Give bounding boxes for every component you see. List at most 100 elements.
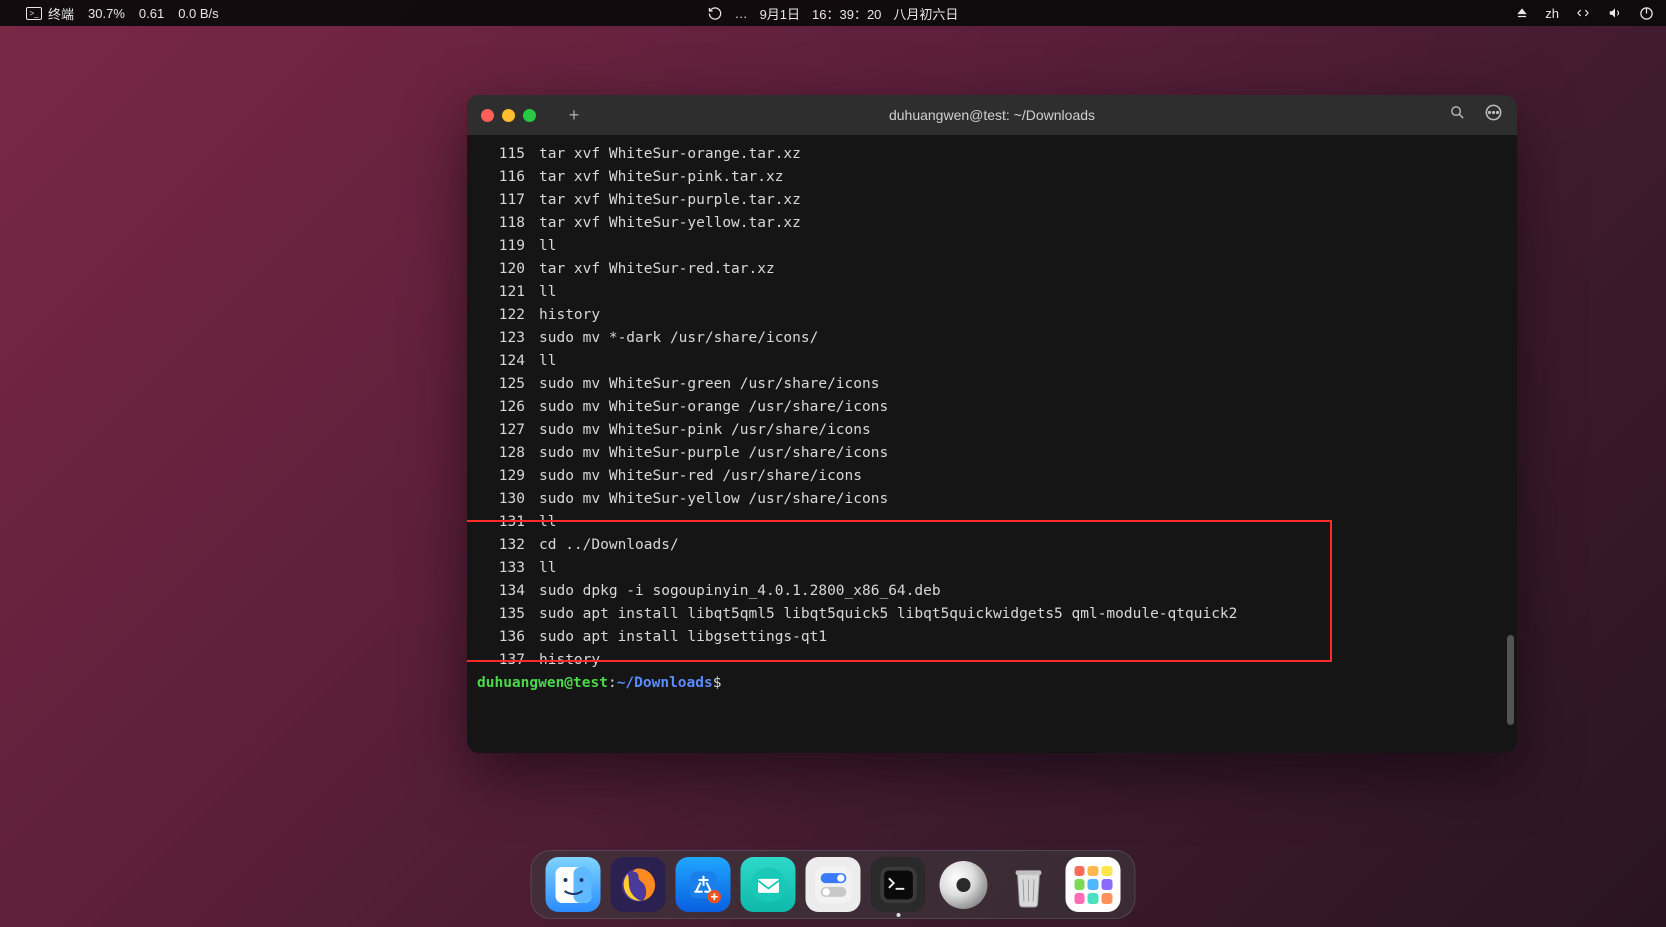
history-number: 128	[477, 442, 525, 465]
history-command: sudo mv WhiteSur-green /usr/share/icons	[539, 376, 879, 392]
history-command: sudo mv WhiteSur-red /usr/share/icons	[539, 468, 862, 484]
history-number: 125	[477, 373, 525, 396]
menubar: >_ 终端 30.7% 0.61 0.0 B/s … 9月1日 16：39：20…	[0, 0, 1666, 26]
history-number: 119	[477, 235, 525, 258]
history-command: tar xvf WhiteSur-purple.tar.xz	[539, 192, 801, 208]
terminal-icon	[875, 862, 921, 908]
terminal-title: duhuangwen@test: ~/Downloads	[889, 107, 1095, 123]
maximize-button[interactable]	[523, 109, 536, 122]
app-grid-icon	[1074, 866, 1112, 904]
dock-firefox[interactable]	[611, 857, 666, 912]
titlebar-right	[1449, 103, 1503, 127]
history-number: 133	[477, 557, 525, 580]
history-line: 128 sudo mv WhiteSur-purple /usr/share/ic…	[477, 442, 1501, 465]
trash-icon	[1006, 861, 1050, 909]
history-number: 136	[477, 626, 525, 649]
history-number: 115	[477, 143, 525, 166]
history-command: sudo mv WhiteSur-pink /usr/share/icons	[539, 422, 871, 438]
history-line: 115 tar xvf WhiteSur-orange.tar.xz	[477, 143, 1501, 166]
dock-settings[interactable]	[806, 857, 861, 912]
history-line: 135sudo apt install libqt5qml5 libqt5qui…	[477, 603, 1501, 626]
history-command: sudo apt install libqt5qml5 libqt5quick5…	[539, 606, 1237, 622]
dock-disc[interactable]	[936, 857, 991, 912]
prompt-colon: :	[608, 675, 617, 691]
scrollbar-thumb[interactable]	[1507, 635, 1514, 725]
history-number: 127	[477, 419, 525, 442]
history-number: 118	[477, 212, 525, 235]
history-line: 123sudo mv *-dark /usr/share/icons/	[477, 327, 1501, 350]
history-command: sudo apt install libgsettings-qt1	[539, 629, 827, 645]
history-line: 122history	[477, 304, 1501, 327]
traffic-lights	[481, 109, 536, 122]
accessibility-icon[interactable]	[1575, 6, 1591, 20]
history-command: ll	[539, 353, 556, 369]
terminal-window: + duhuangwen@test: ~/Downloads 115 tar xv…	[467, 95, 1517, 753]
menubar-time[interactable]: 16：39：20	[812, 4, 881, 23]
terminal-menubar-icon: >_	[26, 7, 42, 20]
dock-terminal[interactable]	[871, 857, 926, 912]
terminal-body[interactable]: 115 tar xvf WhiteSur-orange.tar.xz 116 tar …	[467, 135, 1517, 753]
history-number: 130	[477, 488, 525, 511]
settings-toggle-icon	[811, 863, 855, 907]
terminal-titlebar[interactable]: + duhuangwen@test: ~/Downloads	[467, 95, 1517, 135]
history-number: 117	[477, 189, 525, 212]
history-line: 131ll	[477, 511, 1501, 534]
close-button[interactable]	[481, 109, 494, 122]
menubar-stat-net: 0.0 B/s	[178, 6, 218, 21]
history-number: 126	[477, 396, 525, 419]
history-line: 134sudo dpkg -i sogoupinyin_4.0.1.2800_x…	[477, 580, 1501, 603]
prompt-dollar: $	[713, 675, 722, 691]
dock-app-grid[interactable]	[1066, 857, 1121, 912]
history-line: 119ll	[477, 235, 1501, 258]
prompt-path: ~/Downloads	[617, 675, 713, 691]
menubar-center: … 9月1日 16：39：20 八月初六日	[708, 4, 959, 23]
search-icon[interactable]	[1449, 104, 1466, 126]
dock-trash[interactable]	[1001, 857, 1056, 912]
history-command: ll	[539, 284, 556, 300]
history-command: tar xvf WhiteSur-orange.tar.xz	[539, 146, 801, 162]
history-line: 117 tar xvf WhiteSur-purple.tar.xz	[477, 189, 1501, 212]
history-line: 126 sudo mv WhiteSur-orange /usr/share/ic…	[477, 396, 1501, 419]
new-tab-button[interactable]: +	[564, 105, 584, 125]
volume-icon[interactable]	[1607, 6, 1623, 20]
history-line: 116 tar xvf WhiteSur-pink.tar.xz	[477, 166, 1501, 189]
firefox-icon	[616, 863, 660, 907]
history-line: 130 sudo mv WhiteSur-yellow /usr/share/ic…	[477, 488, 1501, 511]
menubar-stat-load: 0.61	[139, 6, 164, 21]
refresh-icon[interactable]	[708, 6, 723, 21]
minimize-button[interactable]	[502, 109, 515, 122]
history-line: 127 sudo mv WhiteSur-pink /usr/share/icon…	[477, 419, 1501, 442]
history-line: 124ll	[477, 350, 1501, 373]
history-command: ll	[539, 514, 556, 530]
history-command: sudo mv WhiteSur-yellow /usr/share/icons	[539, 491, 888, 507]
history-command: history	[539, 652, 600, 668]
history-command: tar xvf WhiteSur-pink.tar.xz	[539, 169, 783, 185]
history-command: sudo mv WhiteSur-purple /usr/share/icons	[539, 445, 888, 461]
menu-icon[interactable]	[1484, 103, 1503, 127]
menubar-date[interactable]: 9月1日	[760, 4, 800, 23]
history-line: 125 sudo mv WhiteSur-green /usr/share/ico…	[477, 373, 1501, 396]
history-number: 129	[477, 465, 525, 488]
power-icon[interactable]	[1639, 6, 1654, 21]
disc-icon	[939, 861, 987, 909]
prompt-user: duhuangwen@test	[477, 675, 608, 691]
history-number: 122	[477, 304, 525, 327]
eject-icon[interactable]	[1515, 6, 1529, 20]
history-number: 116	[477, 166, 525, 189]
dock-files[interactable]	[546, 857, 601, 912]
history-number: 120	[477, 258, 525, 281]
history-command: sudo mv WhiteSur-orange /usr/share/icons	[539, 399, 888, 415]
menubar-ellipsis[interactable]: …	[735, 6, 748, 21]
menubar-lunar[interactable]: 八月初六日	[893, 4, 958, 23]
history-command: sudo dpkg -i sogoupinyin_4.0.1.2800_x86_…	[539, 583, 941, 599]
prompt-line[interactable]: duhuangwen@test:~/Downloads$	[477, 672, 1501, 695]
menubar-right: zh	[1515, 6, 1654, 21]
dock-mail[interactable]	[741, 857, 796, 912]
menubar-app[interactable]: >_ 终端	[26, 4, 74, 23]
store-icon	[683, 865, 723, 905]
input-language[interactable]: zh	[1545, 6, 1559, 21]
history-command: tar xvf WhiteSur-red.tar.xz	[539, 261, 775, 277]
dock	[531, 850, 1136, 919]
history-line: 132cd ../Downloads/	[477, 534, 1501, 557]
dock-software-store[interactable]	[676, 857, 731, 912]
